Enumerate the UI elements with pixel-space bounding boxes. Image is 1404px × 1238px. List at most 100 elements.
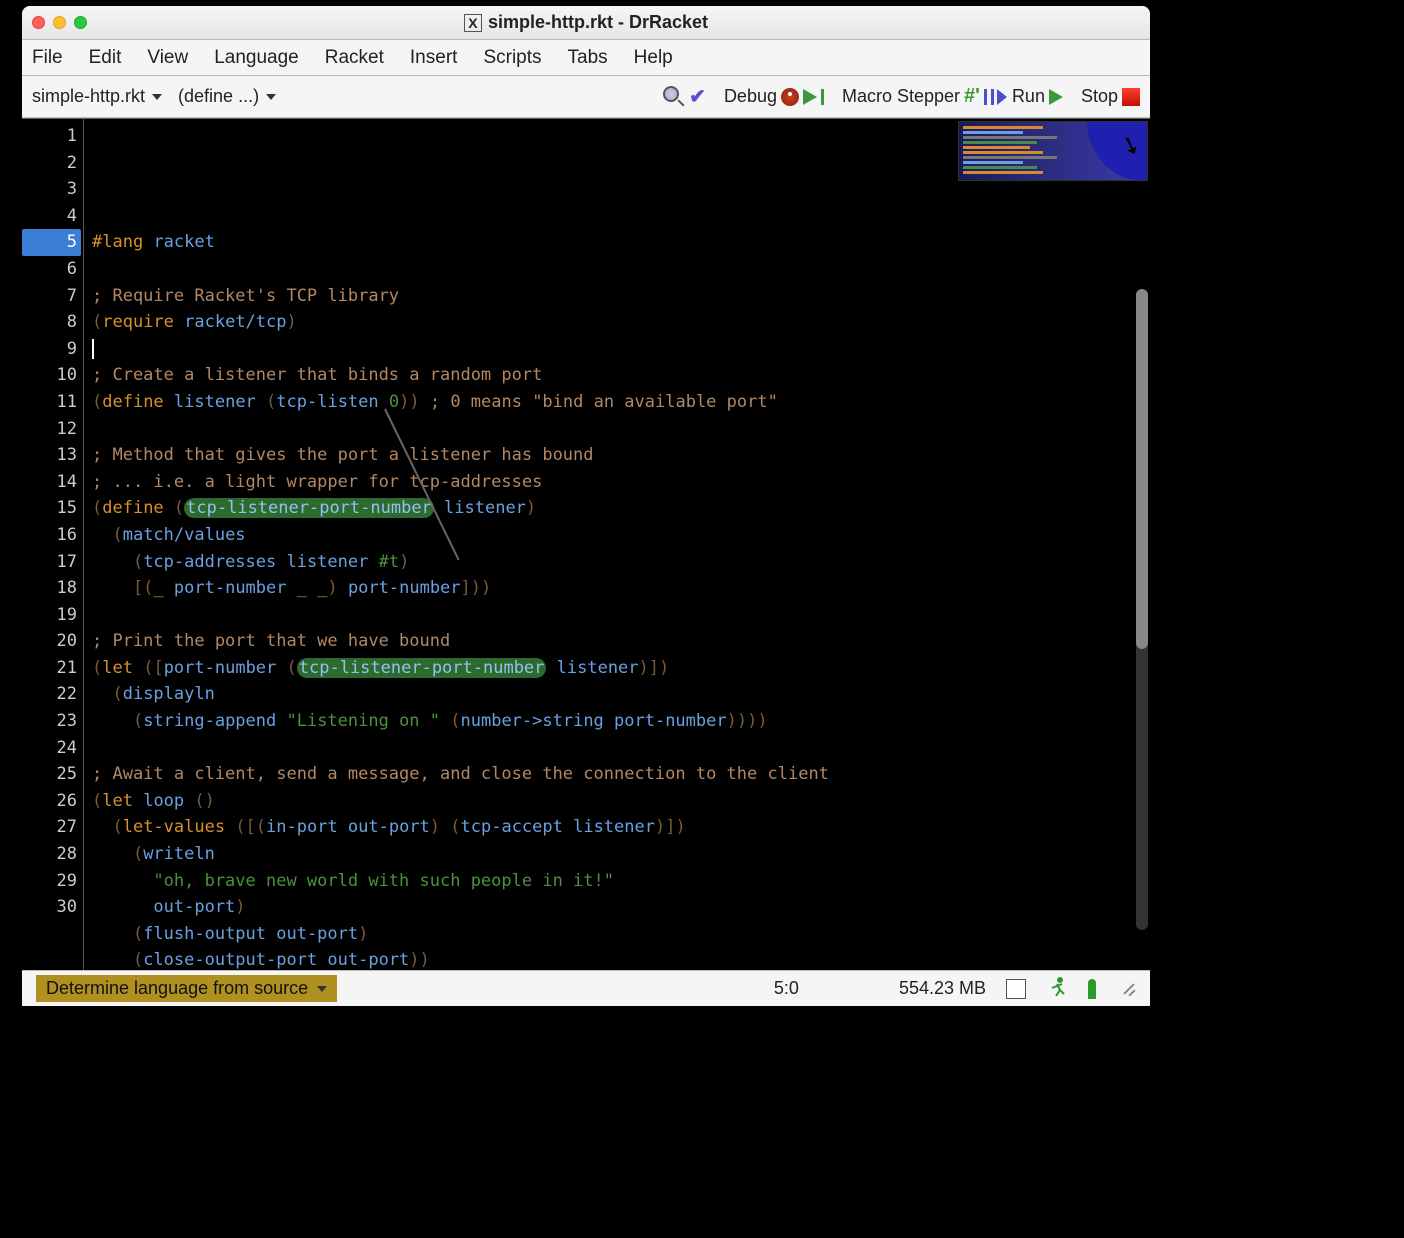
code-line[interactable]: ; Create a listener that binds a random … [92,362,1142,389]
debug-button[interactable]: Debug [724,86,824,107]
define-dropdown-label: (define ...) [178,86,259,107]
chevron-down-icon [317,986,327,992]
line-number: 19 [22,602,77,629]
code-line[interactable]: (require racket/tcp) [92,309,1142,336]
menu-edit[interactable]: Edit [89,47,122,69]
file-dropdown[interactable]: simple-http.rkt [32,86,162,107]
menu-file[interactable]: File [32,47,63,69]
macro-stepper-button[interactable]: Macro Stepper #' [842,85,994,108]
menu-help[interactable]: Help [634,47,673,69]
play-icon [1049,89,1063,105]
line-number: 17 [22,549,77,576]
line-number: 18 [22,575,77,602]
line-number: 7 [22,283,77,310]
code-line[interactable]: ; Await a client, send a message, and cl… [92,761,1142,788]
code-line[interactable] [92,602,1142,629]
code-line[interactable]: [(_ port-number _ _) port-number])) [92,575,1142,602]
resize-grip-icon[interactable] [1116,979,1136,999]
line-number: 29 [22,868,77,895]
macro-label: Macro Stepper [842,86,960,107]
chevron-down-icon [152,94,162,100]
chevron-down-icon [266,94,276,100]
gc-indicator[interactable] [1006,979,1026,999]
line-number: 1 [22,123,77,150]
code-line[interactable]: (close-output-port out-port)) [92,947,1142,970]
magnify-icon [663,86,685,108]
code-line[interactable]: ; ... i.e. a light wrapper for tcp-addre… [92,469,1142,496]
code-line[interactable]: (define listener (tcp-listen 0)) ; 0 mea… [92,389,1142,416]
menubar: File Edit View Language Racket Insert Scripts T… [22,40,1150,76]
line-number: 9 [22,336,77,363]
code-line[interactable]: (tcp-addresses listener #t) [92,549,1142,576]
drracket-window: X simple-http.rkt - DrRacket File Edit Vie… [22,6,1150,1006]
code-line[interactable]: (let loop () [92,788,1142,815]
hash-icon: #' [964,85,980,108]
memory-usage: 554.23 MB [899,978,986,999]
arrow-icon: ➘ [1118,130,1143,161]
bug-icon [781,88,799,106]
code-line[interactable]: (writeln [92,841,1142,868]
cursor-position: 5:0 [774,978,799,999]
menu-insert[interactable]: Insert [410,47,458,69]
play-icon [803,89,817,105]
vertical-scrollbar[interactable] [1136,289,1148,930]
menu-racket[interactable]: Racket [325,47,384,69]
line-number: 13 [22,442,77,469]
line-number: 25 [22,761,77,788]
menu-view[interactable]: View [147,47,188,69]
code-line[interactable]: out-port) [92,894,1142,921]
code-line[interactable]: #lang racket [92,229,1142,256]
run-label: Run [1012,86,1045,107]
code-line[interactable] [92,256,1142,283]
line-number-gutter: 1234567891011121314151617181920212223242… [22,119,84,970]
line-number: 4 [22,203,77,230]
step-icon [984,89,994,105]
debug-label: Debug [724,86,777,107]
check-syntax-button[interactable]: ✔ [663,84,706,109]
code-line[interactable]: "oh, brave new world with such people in… [92,868,1142,895]
run-button[interactable]: Run [1012,86,1063,107]
line-number: 21 [22,655,77,682]
scrollbar-thumb[interactable] [1136,289,1148,649]
code-line[interactable]: (match/values [92,522,1142,549]
running-man-icon[interactable] [1046,976,1068,1002]
code-line[interactable]: (string-append "Listening on " (number->… [92,708,1142,735]
text-cursor [92,339,94,359]
menu-tabs[interactable]: Tabs [568,47,608,69]
bar-icon [821,89,824,105]
language-selector[interactable]: Determine language from source [36,975,337,1002]
code-line[interactable]: (let-values ([(in-port out-port) (tcp-ac… [92,814,1142,841]
app-icon: X [464,14,482,32]
line-number: 14 [22,469,77,496]
line-number: 2 [22,150,77,177]
line-number: 26 [22,788,77,815]
signal-icon [1088,979,1096,999]
code-line[interactable]: ; Require Racket's TCP library [92,283,1142,310]
titlebar[interactable]: X simple-http.rkt - DrRacket [22,6,1150,40]
editor: 1234567891011121314151617181920212223242… [22,118,1150,970]
code-line[interactable]: (let ([port-number (tcp-listener-port-nu… [92,655,1142,682]
code-line[interactable] [92,416,1142,443]
menu-language[interactable]: Language [214,47,299,69]
menu-scripts[interactable]: Scripts [483,47,541,69]
title-text: simple-http.rkt - DrRacket [488,12,708,33]
file-dropdown-label: simple-http.rkt [32,86,145,107]
code-line[interactable]: ; Method that gives the port a listener … [92,442,1142,469]
code-line[interactable]: (define (tcp-listener-port-number listen… [92,495,1142,522]
statusbar: Determine language from source 5:0 554.2… [22,970,1150,1006]
line-number: 27 [22,814,77,841]
line-number: 20 [22,628,77,655]
code-area[interactable]: ➘ #lang racket ; Require Racket's TCP li… [84,119,1150,970]
line-number: 3 [22,176,77,203]
minimap[interactable]: ➘ [958,121,1148,181]
define-dropdown[interactable]: (define ...) [178,86,276,107]
line-number: 11 [22,389,77,416]
line-number: 22 [22,681,77,708]
code-line[interactable]: ; Print the port that we have bound [92,628,1142,655]
code-line[interactable] [92,336,1142,363]
code-line[interactable]: (flush-output out-port) [92,921,1142,948]
code-line[interactable]: (displayln [92,681,1142,708]
stop-button[interactable]: Stop [1081,86,1140,107]
code-line[interactable] [92,735,1142,762]
window-title: X simple-http.rkt - DrRacket [22,12,1150,33]
